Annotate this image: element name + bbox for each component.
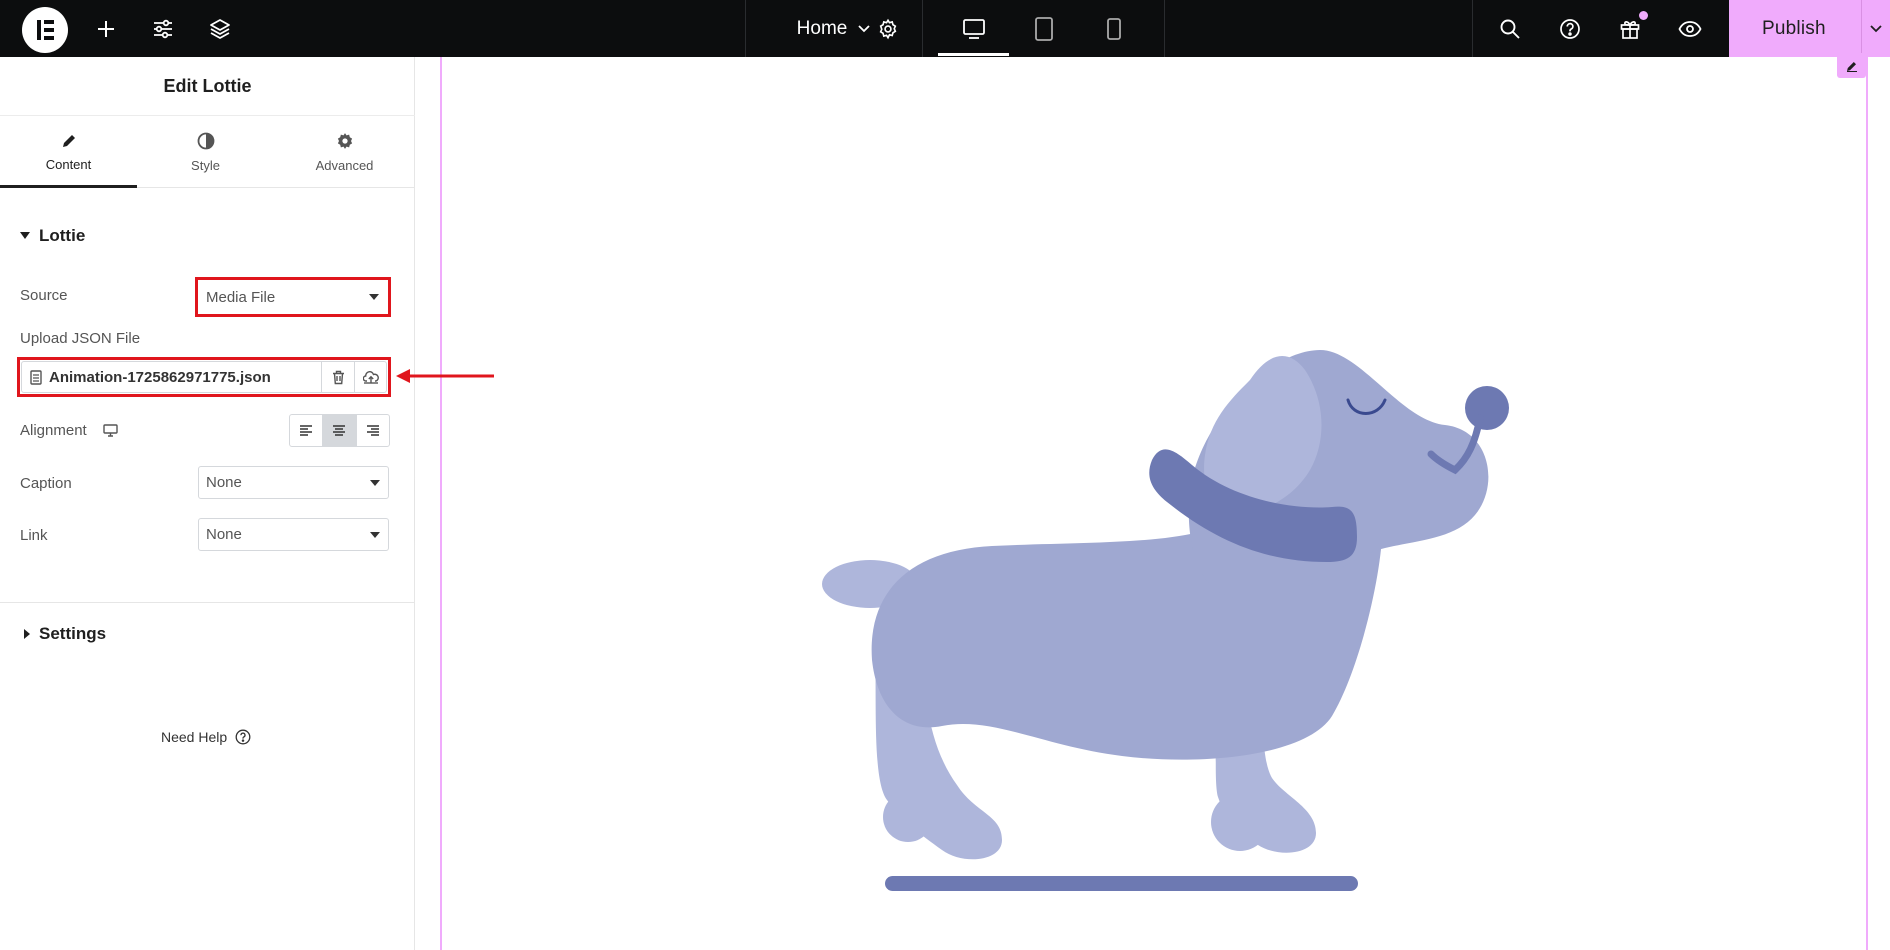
notification-dot bbox=[1639, 11, 1648, 20]
edit-section-handle[interactable] bbox=[1837, 53, 1866, 78]
responsive-desktop-icon[interactable] bbox=[103, 424, 118, 437]
publish-label: Publish bbox=[1762, 17, 1826, 39]
tab-advanced[interactable]: Advanced bbox=[274, 116, 415, 188]
alignment-label: Alignment bbox=[20, 422, 87, 439]
caret-down-icon bbox=[20, 232, 30, 239]
desktop-view-icon[interactable] bbox=[938, 0, 1009, 57]
source-value: Media File bbox=[206, 288, 276, 306]
settings-section-title: Settings bbox=[39, 624, 107, 643]
source-select[interactable]: Media File bbox=[199, 281, 387, 313]
align-left-icon[interactable] bbox=[290, 415, 324, 446]
json-file-name: Animation-1725862971775.json bbox=[49, 368, 271, 386]
active-tab-indicator bbox=[0, 185, 137, 188]
source-caret-icon bbox=[369, 294, 379, 300]
preview-eye-icon[interactable] bbox=[1670, 0, 1710, 57]
caret-right-icon bbox=[24, 629, 30, 639]
need-help-label: Need Help bbox=[161, 729, 228, 745]
alignment-button-group bbox=[289, 414, 390, 447]
pencil-icon bbox=[62, 134, 75, 147]
tab-content-label: Content bbox=[45, 156, 92, 172]
caption-select[interactable]: None bbox=[198, 466, 389, 499]
gear-icon bbox=[337, 132, 352, 149]
add-element-icon[interactable] bbox=[86, 0, 126, 57]
section-guide-left bbox=[440, 57, 442, 950]
need-help-link[interactable]: Need Help bbox=[161, 729, 251, 745]
alignment-label-row: Alignment bbox=[20, 422, 118, 439]
lottie-section-title: Lottie bbox=[39, 226, 86, 245]
json-file-field[interactable]: Animation-1725862971775.json bbox=[21, 361, 387, 393]
lottie-section-toggle[interactable]: Lottie bbox=[20, 226, 85, 246]
tab-style-label: Style bbox=[191, 157, 220, 173]
panel-title: Edit Lottie bbox=[0, 57, 415, 116]
tab-content[interactable]: Content bbox=[0, 116, 137, 188]
pencil-edit-icon bbox=[1846, 61, 1857, 72]
editor-panel: Edit Lottie Content Style Advanced Lotti… bbox=[0, 57, 415, 950]
tablet-view-icon[interactable] bbox=[1009, 0, 1079, 57]
structure-layers-icon[interactable] bbox=[200, 0, 240, 57]
link-value: None bbox=[206, 526, 242, 543]
upload-json-label: Upload JSON File bbox=[20, 330, 141, 347]
upload-file-icon[interactable] bbox=[354, 362, 387, 392]
source-label: Source bbox=[20, 287, 68, 304]
settings-section-toggle[interactable]: Settings bbox=[24, 624, 106, 644]
panel-tabs: Content Style Advanced bbox=[0, 116, 415, 188]
elementor-logo-icon[interactable] bbox=[22, 7, 68, 53]
page-name: Home bbox=[796, 17, 848, 39]
help-circle-small-icon bbox=[235, 729, 251, 745]
page-settings-gear-icon[interactable] bbox=[868, 0, 908, 57]
section-guide-right bbox=[1866, 57, 1868, 950]
tab-advanced-label: Advanced bbox=[315, 157, 374, 173]
link-label: Link bbox=[20, 527, 48, 544]
lottie-dog-animation bbox=[822, 350, 1509, 891]
publish-options-chevron-icon[interactable] bbox=[1861, 0, 1890, 57]
link-caret-icon bbox=[370, 532, 380, 538]
half-circle-icon bbox=[197, 132, 214, 149]
section-divider bbox=[0, 602, 415, 603]
mobile-view-icon[interactable] bbox=[1079, 0, 1149, 57]
align-right-icon[interactable] bbox=[357, 415, 389, 446]
caption-label: Caption bbox=[20, 475, 72, 492]
whats-new-gift-icon[interactable] bbox=[1610, 0, 1650, 57]
annotation-arrow bbox=[396, 369, 494, 383]
align-center-icon[interactable] bbox=[323, 415, 357, 446]
caption-caret-icon bbox=[370, 480, 380, 486]
tab-style[interactable]: Style bbox=[137, 116, 274, 188]
top-toolbar: Home Publish bbox=[0, 0, 1890, 57]
delete-file-trash-icon[interactable] bbox=[321, 362, 354, 392]
search-icon[interactable] bbox=[1490, 0, 1530, 57]
site-settings-sliders-icon[interactable] bbox=[143, 0, 183, 57]
caption-value: None bbox=[206, 474, 242, 491]
publish-button[interactable]: Publish bbox=[1729, 0, 1890, 57]
link-select[interactable]: None bbox=[198, 518, 389, 551]
file-document-icon bbox=[30, 370, 42, 385]
help-circle-icon[interactable] bbox=[1550, 0, 1590, 57]
